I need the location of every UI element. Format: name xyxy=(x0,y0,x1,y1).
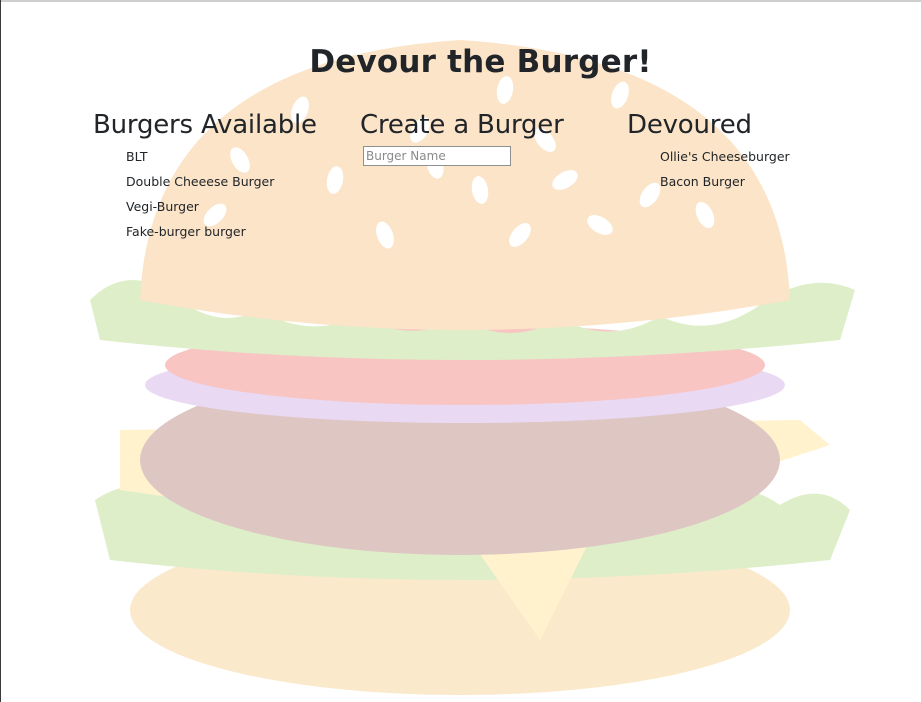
create-burger-column: Create a Burger xyxy=(360,108,600,166)
available-burger-item[interactable]: Fake-burger burger xyxy=(126,224,353,240)
available-burger-item[interactable]: Double Cheeese Burger xyxy=(126,174,353,190)
create-burger-heading: Create a Burger xyxy=(360,110,564,140)
available-burger-list: BLT Double Cheeese Burger Vegi-Burger Fa… xyxy=(93,149,353,240)
burgers-available-column: Burgers Available BLT Double Cheeese Bur… xyxy=(93,108,353,249)
available-burger-item[interactable]: Vegi-Burger xyxy=(126,199,353,215)
available-burger-item[interactable]: BLT xyxy=(126,149,353,165)
devoured-burger-item: Ollie's Cheeseburger xyxy=(660,149,790,164)
devoured-burger-item: Bacon Burger xyxy=(660,174,745,189)
main-content: Devour the Burger! Burgers Available BLT… xyxy=(0,0,921,702)
devoured-burger-list: Ollie's Cheeseburger Bacon Burger xyxy=(627,149,887,190)
burger-name-input[interactable] xyxy=(363,146,511,166)
devoured-column: Devoured Ollie's Cheeseburger Bacon Burg… xyxy=(627,108,887,199)
burgers-available-heading: Burgers Available xyxy=(93,110,317,140)
page-title: Devour the Burger! xyxy=(309,44,652,80)
devoured-heading: Devoured xyxy=(627,110,752,140)
